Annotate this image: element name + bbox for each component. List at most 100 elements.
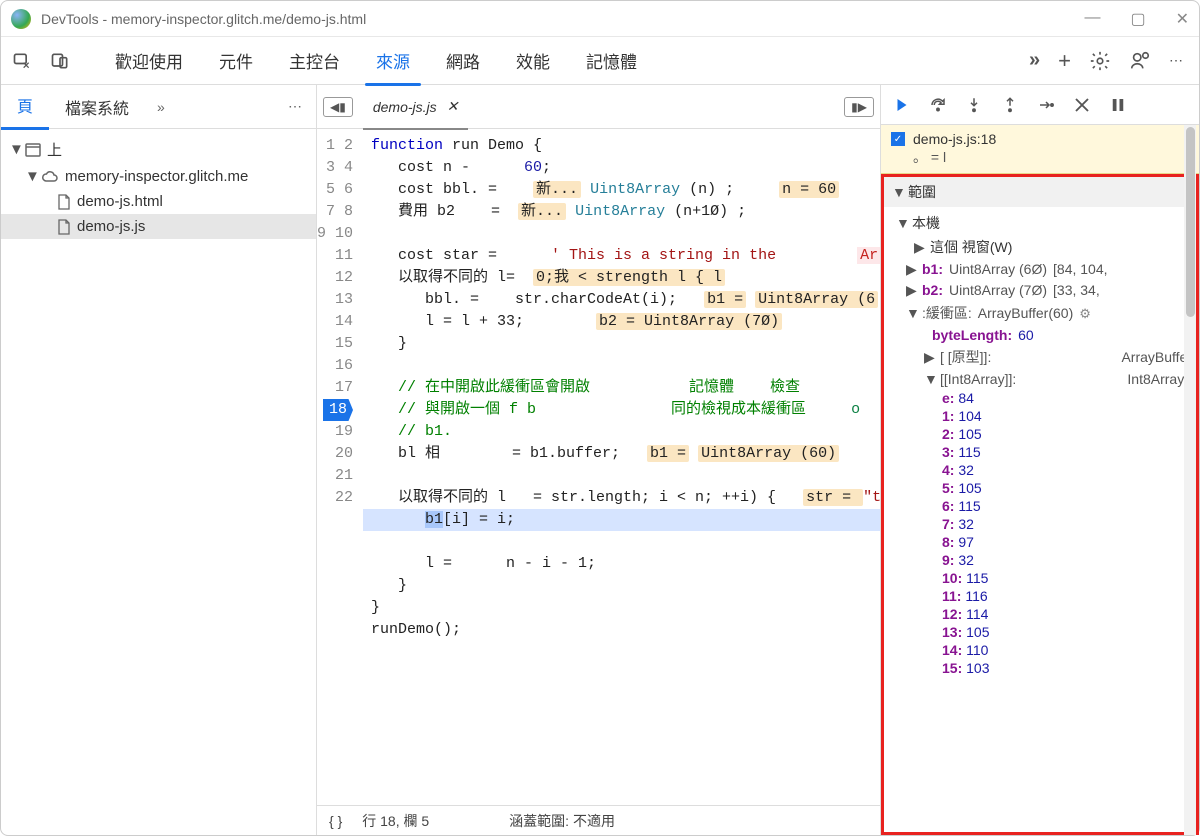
- tab-performance[interactable]: 效能: [498, 36, 568, 85]
- toolbar-right: » + ⋯: [1029, 48, 1199, 74]
- scope-panel: ▼ 範圍 ▼本機 ▶這個 視窗(W) ▶b1: Uint8Array (6Ø) …: [881, 174, 1199, 835]
- panel-toolbar: 歡迎使用 元件 主控台 來源 網路 效能 記憶體 » + ⋯: [1, 37, 1199, 85]
- tree-root[interactable]: ▼ 上: [1, 135, 316, 164]
- minimize-button[interactable]: —: [1084, 9, 1100, 29]
- tree-file-js[interactable]: demo-js.js: [1, 214, 316, 239]
- navigator-tab-filesystem[interactable]: 檔案系統: [49, 85, 145, 129]
- int8-item[interactable]: 15: 103: [942, 659, 1196, 677]
- int8-item[interactable]: 2: 105: [942, 425, 1196, 443]
- scope-this-label: 這個 視窗(W): [930, 237, 1012, 257]
- scope-bytelength: byteLength: 60: [892, 325, 1196, 345]
- int8-item[interactable]: 11: 116: [942, 587, 1196, 605]
- tree-domain[interactable]: ▼ memory-inspector.glitch.me: [1, 164, 316, 189]
- scrollbar-thumb[interactable]: [1186, 127, 1195, 317]
- chevron-down-icon: ▼: [892, 184, 902, 200]
- scope-header[interactable]: ▼ 範圍: [884, 177, 1196, 207]
- int8-item[interactable]: 3: 115: [942, 443, 1196, 461]
- toggle-navigator-button[interactable]: ◀▮: [323, 97, 353, 117]
- breakpoint-checkbox[interactable]: ✓: [891, 132, 905, 146]
- add-tab-button[interactable]: +: [1058, 48, 1071, 74]
- int8-item[interactable]: 5: 105: [942, 479, 1196, 497]
- breakpoint-watch: 。 = l: [891, 147, 1189, 167]
- scope-local[interactable]: ▼本機: [892, 211, 1196, 235]
- int8array-values: e: 841: 1042: 1053: 1154: 325: 1056: 115…: [892, 389, 1196, 677]
- chevron-down-icon: ▼: [9, 141, 19, 158]
- more-tabs-button[interactable]: »: [1029, 49, 1040, 72]
- tab-console[interactable]: 主控台: [271, 36, 358, 85]
- tab-welcome[interactable]: 歡迎使用: [97, 36, 201, 85]
- tab-elements[interactable]: 元件: [201, 36, 271, 85]
- gear-icon[interactable]: ⚙: [1079, 306, 1091, 322]
- scrollbar[interactable]: [1184, 125, 1196, 835]
- debugger-pane: ✓ demo-js.js:18 。 = l ▼ 範圍 ▼本機 ▶這個 視窗(W)…: [881, 85, 1199, 835]
- breakpoint-marker[interactable]: 18: [323, 399, 353, 421]
- inspect-icon[interactable]: [5, 44, 39, 78]
- tree-root-label: 上: [47, 139, 62, 160]
- scope-buffer[interactable]: ▼:緩衝區: ArrayBuffer(60) ⚙: [892, 301, 1196, 325]
- scope-var-b2[interactable]: ▶b2: Uint8Array (7Ø) [33, 34,: [892, 280, 1196, 301]
- step-out-button[interactable]: [1001, 96, 1019, 114]
- int8-item[interactable]: 7: 32: [942, 515, 1196, 533]
- panel-tabs: 歡迎使用 元件 主控台 來源 網路 效能 記憶體: [97, 36, 655, 85]
- editor-tab-label: demo-js.js: [373, 99, 437, 115]
- scope-var-b1[interactable]: ▶b1: Uint8Array (6Ø) [84, 104,: [892, 259, 1196, 280]
- int8-item[interactable]: 6: 115: [942, 497, 1196, 515]
- line-gutter[interactable]: 1 2 3 4 5 6 7 8 9 10 11 12 13 14 15 16 1…: [317, 129, 363, 805]
- feedback-icon[interactable]: [1129, 50, 1151, 72]
- tab-sources[interactable]: 來源: [358, 36, 428, 85]
- editor-tab[interactable]: demo-js.js ✕: [363, 90, 469, 123]
- close-button[interactable]: ✕: [1176, 9, 1189, 29]
- navigator-tab-page[interactable]: 頁: [1, 83, 49, 130]
- navigator-menu[interactable]: ⋯: [288, 98, 304, 115]
- maximize-button[interactable]: ▢: [1130, 9, 1145, 29]
- tree-domain-label: memory-inspector.glitch.me: [65, 168, 248, 185]
- navigator-more-tabs[interactable]: »: [157, 99, 165, 115]
- tree-file-html-label: demo-js.html: [77, 193, 163, 210]
- int8-item[interactable]: 13: 105: [942, 623, 1196, 641]
- step-into-button[interactable]: [965, 96, 983, 114]
- pause-exceptions-button[interactable]: [1109, 96, 1127, 114]
- navigator-tabs: 頁 檔案系統 » ⋯: [1, 85, 316, 129]
- tree-file-html[interactable]: demo-js.html: [1, 189, 316, 214]
- editor-statusbar: { } 行 18, 欄 5 涵蓋範圍: 不適用: [317, 805, 880, 835]
- step-over-button[interactable]: [929, 96, 947, 114]
- toggle-debugger-button[interactable]: ▮▶: [844, 97, 874, 117]
- settings-icon[interactable]: [1089, 50, 1111, 72]
- navigator-pane: 頁 檔案系統 » ⋯ ▼ 上 ▼ memory-inspector.glitch…: [1, 85, 317, 835]
- step-button[interactable]: [1037, 96, 1055, 114]
- cursor-position: 行 18, 欄 5: [362, 811, 429, 831]
- titlebar: DevTools - memory-inspector.glitch.me/de…: [1, 1, 1199, 37]
- app-icon: [11, 9, 31, 29]
- close-tab-icon[interactable]: ✕: [447, 98, 459, 115]
- breakpoint-info: ✓ demo-js.js:18 。 = l: [881, 125, 1199, 174]
- scope-prototype[interactable]: ▶[ [原型]]: ArrayBuffer: [892, 345, 1196, 369]
- resume-button[interactable]: [893, 96, 911, 114]
- code-content[interactable]: function run Demo { cost n - 60; cost bb…: [363, 129, 880, 805]
- int8-item[interactable]: 10: 115: [942, 569, 1196, 587]
- deactivate-breakpoints-button[interactable]: [1073, 96, 1091, 114]
- tab-network[interactable]: 網路: [428, 36, 498, 85]
- int8-item[interactable]: 14: 110: [942, 641, 1196, 659]
- int8-item[interactable]: 12: 114: [942, 605, 1196, 623]
- code-area[interactable]: 1 2 3 4 5 6 7 8 9 10 11 12 13 14 15 16 1…: [317, 129, 880, 805]
- scope-int8array[interactable]: ▼[[Int8Array]]: Int8Array«: [892, 369, 1196, 389]
- file-tree: ▼ 上 ▼ memory-inspector.glitch.me demo-js…: [1, 129, 316, 245]
- tab-memory[interactable]: 記憶體: [568, 36, 655, 85]
- scope-local-label: 本機: [912, 213, 940, 233]
- scope-this[interactable]: ▶這個 視窗(W): [892, 235, 1196, 259]
- file-icon: [57, 219, 71, 235]
- editor-tabbar: ◀▮ demo-js.js ✕ ▮▶: [317, 85, 880, 129]
- window-icon: [25, 143, 41, 157]
- int8-item[interactable]: 1: 104: [942, 407, 1196, 425]
- tree-file-js-label: demo-js.js: [77, 218, 145, 235]
- int8-item[interactable]: 4: 32: [942, 461, 1196, 479]
- editor-pane: ◀▮ demo-js.js ✕ ▮▶ 1 2 3 4 5 6 7 8 9 10 …: [317, 85, 881, 835]
- pretty-print-button[interactable]: { }: [329, 813, 342, 829]
- breakpoint-location[interactable]: demo-js.js:18: [913, 131, 996, 147]
- kebab-menu-icon[interactable]: ⋯: [1169, 52, 1185, 69]
- int8-item[interactable]: e: 84: [942, 389, 1196, 407]
- device-toggle-icon[interactable]: [43, 44, 77, 78]
- int8-item[interactable]: 9: 32: [942, 551, 1196, 569]
- scope-title: 範圍: [908, 182, 936, 202]
- int8-item[interactable]: 8: 97: [942, 533, 1196, 551]
